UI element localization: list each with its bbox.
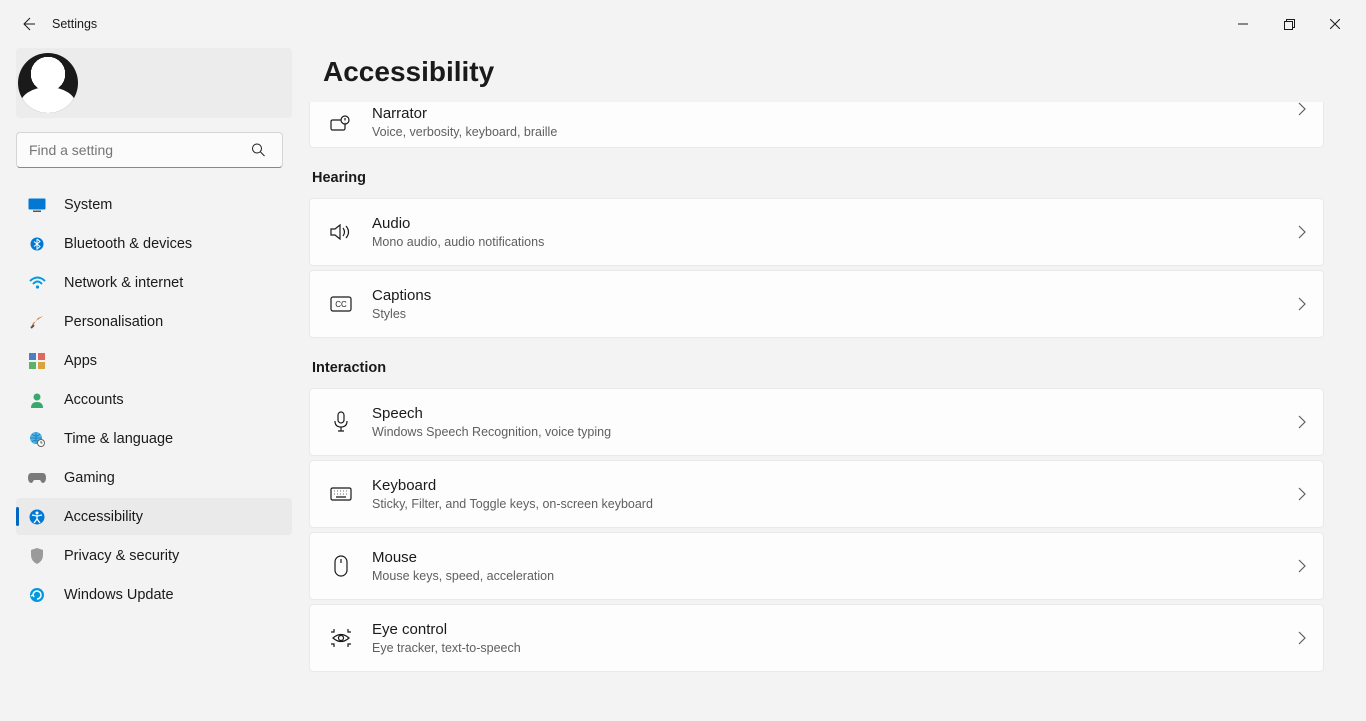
- shield-icon: [26, 546, 48, 566]
- window-controls: [1220, 8, 1358, 40]
- card-captions[interactable]: CC Captions Styles: [309, 270, 1324, 338]
- nav-item-label: Windows Update: [64, 587, 174, 603]
- chevron-right-icon: [1297, 225, 1307, 239]
- nav-item-label: Accessibility: [64, 509, 143, 525]
- eye-icon: [328, 626, 354, 650]
- main-panel: Accessibility Narrator Voice, verbosity,…: [300, 48, 1366, 721]
- chevron-right-icon: [1297, 415, 1307, 429]
- card-subtitle: Mono audio, audio notifications: [372, 234, 1297, 250]
- nav-item-label: Bluetooth & devices: [64, 236, 192, 252]
- nav-item-network[interactable]: Network & internet: [16, 264, 292, 301]
- card-speech[interactable]: Speech Windows Speech Recognition, voice…: [309, 388, 1324, 456]
- card-title: Narrator: [372, 104, 1297, 124]
- nav-item-label: Privacy & security: [64, 548, 179, 564]
- card-subtitle: Voice, verbosity, keyboard, braille: [372, 124, 1297, 140]
- keyboard-icon: [328, 482, 354, 506]
- card-subtitle: Windows Speech Recognition, voice typing: [372, 424, 1297, 440]
- nav-item-label: Personalisation: [64, 314, 163, 330]
- bluetooth-icon: [26, 234, 48, 254]
- gamepad-icon: [26, 468, 48, 488]
- nav-item-label: Apps: [64, 353, 97, 369]
- card-subtitle: Styles: [372, 306, 1297, 322]
- card-subtitle: Mouse keys, speed, acceleration: [372, 568, 1297, 584]
- page-title: Accessibility: [323, 56, 1324, 88]
- card-keyboard[interactable]: Keyboard Sticky, Filter, and Toggle keys…: [309, 460, 1324, 528]
- card-subtitle: Eye tracker, text-to-speech: [372, 640, 1297, 656]
- minimize-button[interactable]: [1220, 8, 1266, 40]
- avatar: [18, 53, 78, 113]
- chevron-right-icon: [1297, 297, 1307, 311]
- update-icon: [26, 585, 48, 605]
- maximize-button[interactable]: [1266, 8, 1312, 40]
- chevron-right-icon: [1297, 102, 1307, 116]
- microphone-icon: [328, 410, 354, 434]
- nav-item-label: Gaming: [64, 470, 115, 486]
- nav-item-bluetooth[interactable]: Bluetooth & devices: [16, 225, 292, 262]
- section-header-interaction: Interaction: [312, 360, 1324, 376]
- search-box: [16, 132, 292, 168]
- svg-text:CC: CC: [335, 300, 347, 309]
- nav-item-label: System: [64, 197, 112, 213]
- paintbrush-icon: [26, 312, 48, 332]
- back-button[interactable]: [8, 4, 48, 44]
- section-header-hearing: Hearing: [312, 170, 1324, 186]
- card-title: Captions: [372, 286, 1297, 306]
- mouse-icon: [328, 554, 354, 578]
- nav-item-gaming[interactable]: Gaming: [16, 459, 292, 496]
- nav-item-update[interactable]: Windows Update: [16, 576, 292, 613]
- display-icon: [26, 195, 48, 215]
- nav-item-accounts[interactable]: Accounts: [16, 381, 292, 418]
- card-eye-control[interactable]: Eye control Eye tracker, text-to-speech: [309, 604, 1324, 672]
- apps-icon: [26, 351, 48, 371]
- card-title: Keyboard: [372, 476, 1297, 496]
- nav-item-label: Time & language: [64, 431, 173, 447]
- titlebar: Settings: [0, 0, 1366, 48]
- nav-item-time[interactable]: Time & language: [16, 420, 292, 457]
- chevron-right-icon: [1297, 631, 1307, 645]
- card-subtitle: Sticky, Filter, and Toggle keys, on-scre…: [372, 496, 1297, 512]
- globe-clock-icon: [26, 429, 48, 449]
- card-narrator[interactable]: Narrator Voice, verbosity, keyboard, bra…: [309, 102, 1324, 148]
- sidebar: System Bluetooth & devices Network & int…: [0, 48, 300, 721]
- chevron-right-icon: [1297, 487, 1307, 501]
- nav-item-apps[interactable]: Apps: [16, 342, 292, 379]
- card-title: Eye control: [372, 620, 1297, 640]
- card-mouse[interactable]: Mouse Mouse keys, speed, acceleration: [309, 532, 1324, 600]
- nav-item-label: Accounts: [64, 392, 124, 408]
- app-title: Settings: [52, 17, 97, 31]
- chevron-right-icon: [1297, 559, 1307, 573]
- accessibility-icon: [26, 507, 48, 527]
- nav-item-system[interactable]: System: [16, 186, 292, 223]
- nav-item-privacy[interactable]: Privacy & security: [16, 537, 292, 574]
- profile-card[interactable]: [16, 48, 292, 118]
- card-title: Mouse: [372, 548, 1297, 568]
- person-icon: [26, 390, 48, 410]
- nav-item-accessibility[interactable]: Accessibility: [16, 498, 292, 535]
- card-title: Audio: [372, 214, 1297, 234]
- search-input[interactable]: [16, 132, 283, 168]
- audio-icon: [328, 220, 354, 244]
- nav-item-personalisation[interactable]: Personalisation: [16, 303, 292, 340]
- card-title: Speech: [372, 404, 1297, 424]
- nav-list: System Bluetooth & devices Network & int…: [16, 186, 292, 613]
- card-audio[interactable]: Audio Mono audio, audio notifications: [309, 198, 1324, 266]
- narrator-icon: [328, 113, 354, 137]
- nav-item-label: Network & internet: [64, 275, 183, 291]
- wifi-icon: [26, 273, 48, 293]
- captions-icon: CC: [328, 292, 354, 316]
- close-button[interactable]: [1312, 8, 1358, 40]
